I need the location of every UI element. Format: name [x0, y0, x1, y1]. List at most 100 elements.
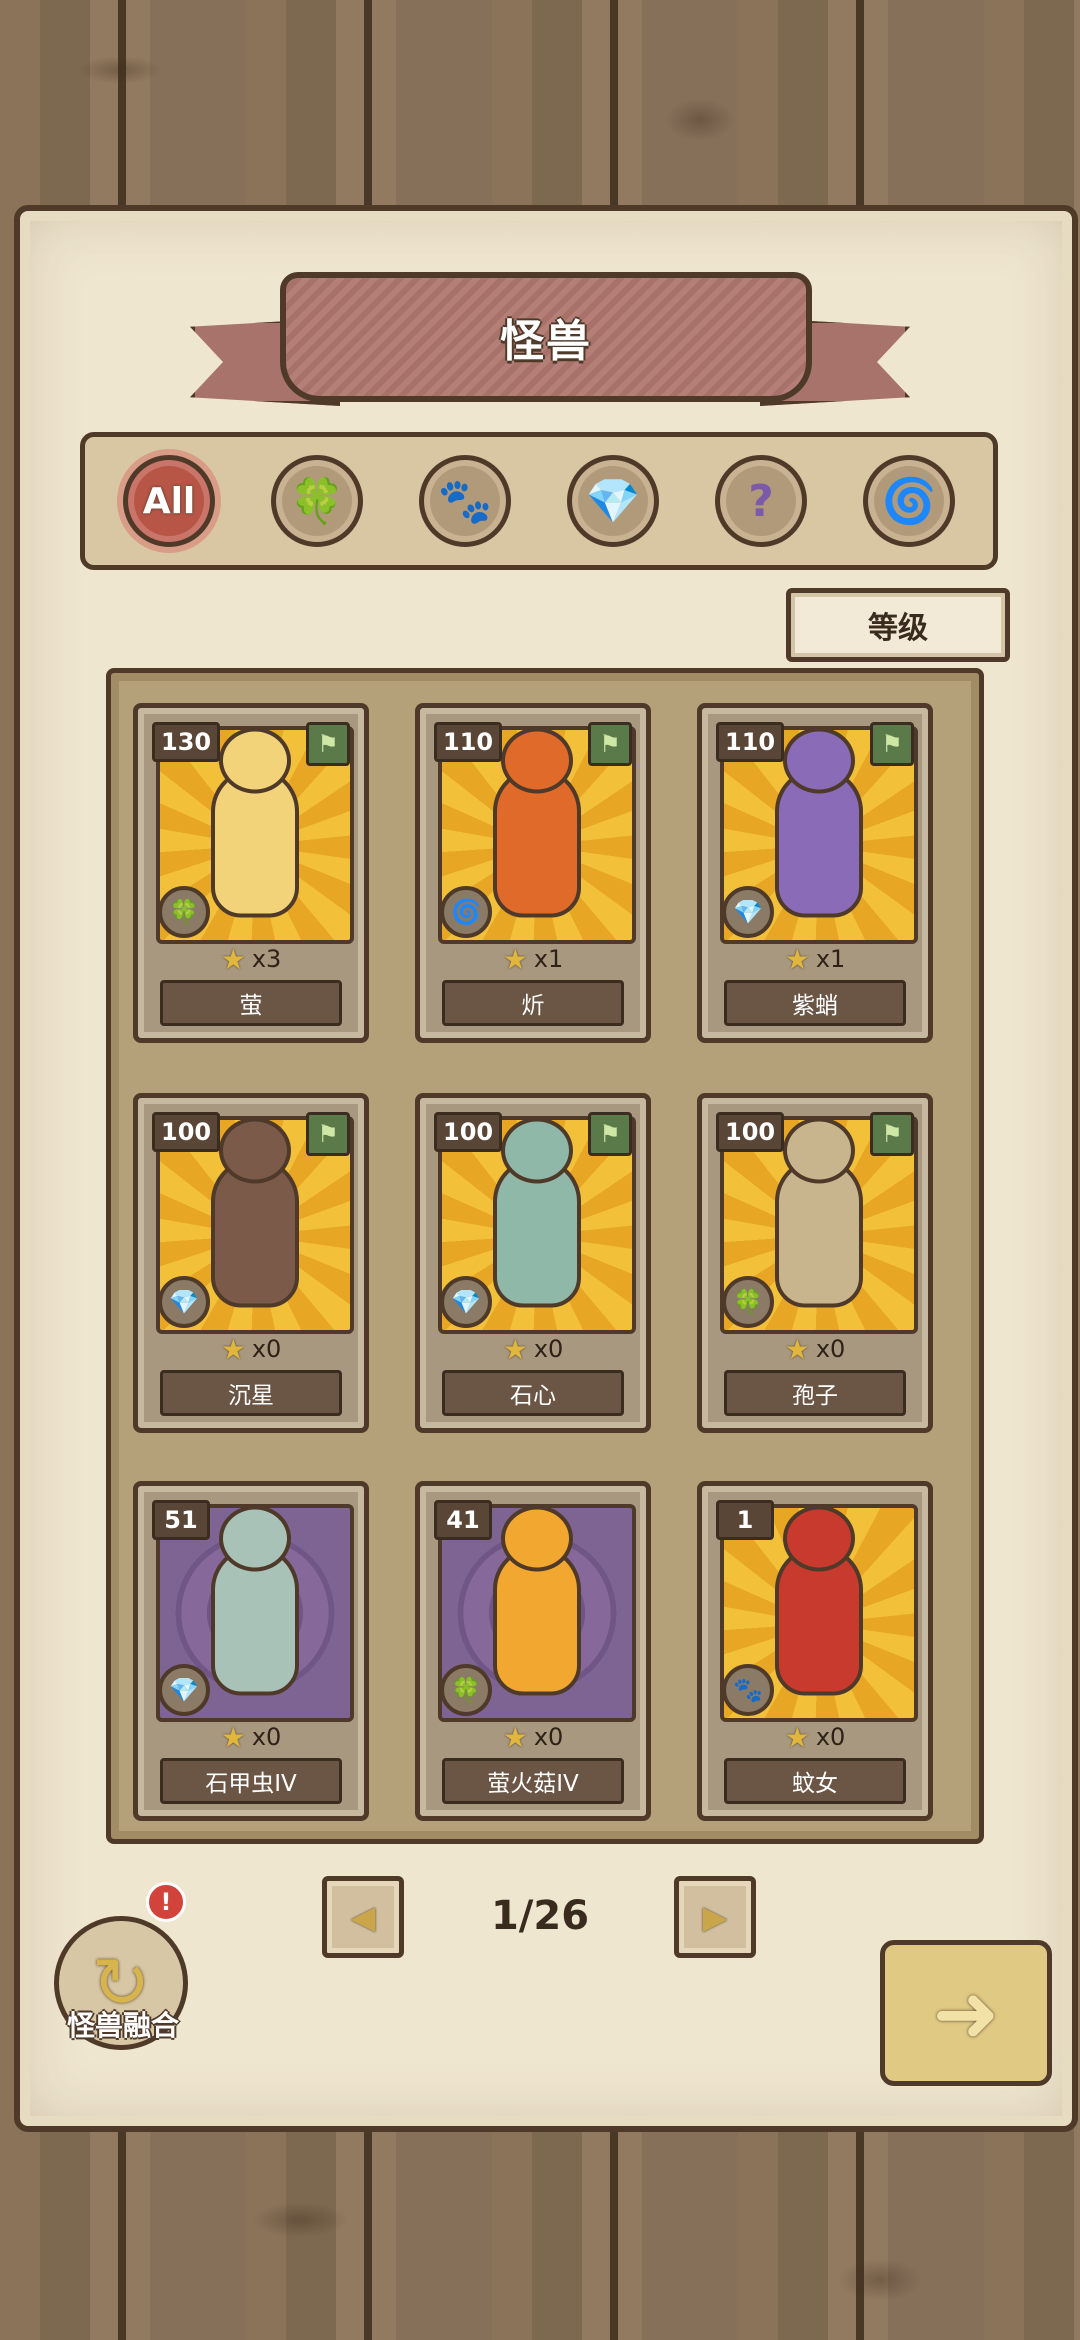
level-tag: 100 [152, 1112, 221, 1152]
crystal-icon: 💎 [158, 1664, 210, 1716]
owned-count: x3 [251, 945, 282, 973]
monster-figure [775, 1157, 863, 1308]
star-icon: ★ [784, 942, 810, 976]
star-icon: ★ [784, 1332, 810, 1366]
star-count: ★ x1 [702, 942, 928, 976]
star-count: ★ x0 [420, 1720, 646, 1754]
filter-spiral-button[interactable]: 🌀 [863, 455, 955, 547]
level-tag: 51 [152, 1500, 210, 1540]
flag-icon: ⚑ [306, 1112, 350, 1156]
owned-count: x1 [815, 945, 846, 973]
filter-crystal-button[interactable]: 💎 [567, 455, 659, 547]
level-tag: 110 [716, 722, 785, 762]
prev-page-button[interactable]: ◀ [322, 1876, 404, 1958]
monster-grid: 130 ⚑ 🍀 ★ x3 萤 110 ⚑ 🌀 ★ x1 炘 110 ⚑ 💎 ★ x1 紫蛸 100 ⚑ 💎 ★ x0 沉星 10… [106, 668, 984, 1844]
monster-figure [775, 1545, 863, 1696]
monster-card[interactable]: 130 ⚑ 🍀 ★ x3 萤 [133, 703, 369, 1043]
next-page-button[interactable]: ▶ [674, 1876, 756, 1958]
level-tag: 1 [716, 1500, 774, 1540]
back-arrow-icon: ➜ [932, 1966, 1000, 2060]
monster-card[interactable]: 100 ⚑ 💎 ★ x0 沉星 [133, 1093, 369, 1433]
owned-count: x0 [533, 1335, 564, 1363]
star-count: ★ x3 [138, 942, 364, 976]
leaf-icon: 🍀 [440, 1664, 492, 1716]
star-icon: ★ [220, 1332, 246, 1366]
owned-count: x0 [815, 1335, 846, 1363]
question-icon: ? [748, 475, 774, 527]
star-count: ★ x0 [138, 1332, 364, 1366]
level-tag: 100 [434, 1112, 503, 1152]
star-icon: ★ [502, 1332, 528, 1366]
star-count: ★ x0 [420, 1332, 646, 1366]
title-banner: 怪兽 [280, 272, 812, 402]
monster-figure [775, 767, 863, 918]
leaf-icon: 🍀 [158, 886, 210, 938]
monster-card[interactable]: 51 💎 ★ x0 石甲虫IV [133, 1481, 369, 1821]
flag-icon: ⚑ [870, 722, 914, 766]
monster-name: 炘 [442, 980, 624, 1026]
star-count: ★ x1 [420, 942, 646, 976]
star-count: ★ x0 [702, 1720, 928, 1754]
flag-icon: ⚑ [306, 722, 350, 766]
filter-all-button[interactable]: All [123, 455, 215, 547]
star-icon: ★ [502, 942, 528, 976]
spiral-icon: 🌀 [440, 886, 492, 938]
filter-paw-button[interactable]: 🐾 [419, 455, 511, 547]
monster-name: 紫蛸 [724, 980, 906, 1026]
level-tag: 100 [716, 1112, 785, 1152]
crystal-icon: 💎 [585, 476, 641, 527]
monster-figure [493, 1157, 581, 1308]
owned-count: x0 [251, 1335, 282, 1363]
monster-card[interactable]: 1 🐾 ★ x0 蚊女 [697, 1481, 933, 1821]
star-count: ★ x0 [138, 1720, 364, 1754]
paw-icon: 🐾 [437, 476, 493, 527]
monster-name: 萤 [160, 980, 342, 1026]
triangle-left-icon: ◀ [350, 1898, 376, 1936]
monster-figure [493, 767, 581, 918]
monster-card[interactable]: 110 ⚑ 💎 ★ x1 紫蛸 [697, 703, 933, 1043]
monster-name: 孢子 [724, 1370, 906, 1416]
level-tag: 130 [152, 722, 221, 762]
monster-name: 蚊女 [724, 1758, 906, 1804]
monster-figure [211, 1157, 299, 1308]
sort-level-button[interactable]: 等级 [786, 588, 1010, 662]
flag-icon: ⚑ [870, 1112, 914, 1156]
monster-name: 沉星 [160, 1370, 342, 1416]
monster-card[interactable]: 41 🍀 ★ x0 萤火菇IV [415, 1481, 651, 1821]
owned-count: x1 [533, 945, 564, 973]
triangle-right-icon: ▶ [702, 1898, 728, 1936]
flag-icon: ⚑ [588, 1112, 632, 1156]
flag-icon: ⚑ [588, 722, 632, 766]
star-icon: ★ [784, 1720, 810, 1754]
star-icon: ★ [220, 1720, 246, 1754]
crystal-icon: 💎 [722, 886, 774, 938]
monster-card[interactable]: 100 ⚑ 🍀 ★ x0 孢子 [697, 1093, 933, 1433]
filter-all-label: All [142, 480, 196, 522]
monster-figure [211, 767, 299, 918]
alert-badge-icon: ! [146, 1882, 186, 1922]
star-icon: ★ [220, 942, 246, 976]
crystal-icon: 💎 [158, 1276, 210, 1328]
leaf-icon: 🍀 [722, 1276, 774, 1328]
owned-count: x0 [533, 1723, 564, 1751]
spiral-icon: 🌀 [881, 476, 937, 527]
filter-bar: All 🍀 🐾 💎 ? 🌀 [80, 432, 998, 570]
filter-unknown-button[interactable]: ? [715, 455, 807, 547]
leaf-icon: 🍀 [289, 476, 345, 527]
back-button[interactable]: ➜ [880, 1940, 1052, 2086]
page-indicator: 1/26 [490, 1893, 590, 1939]
crystal-icon: 💎 [440, 1276, 492, 1328]
monster-card[interactable]: 100 ⚑ 💎 ★ x0 石心 [415, 1093, 651, 1433]
level-tag: 41 [434, 1500, 492, 1540]
star-icon: ★ [502, 1720, 528, 1754]
monster-card[interactable]: 110 ⚑ 🌀 ★ x1 炘 [415, 703, 651, 1043]
monster-name: 石心 [442, 1370, 624, 1416]
filter-leaf-button[interactable]: 🍀 [271, 455, 363, 547]
monster-figure [493, 1545, 581, 1696]
monster-name: 石甲虫IV [160, 1758, 342, 1804]
monster-name: 萤火菇IV [442, 1758, 624, 1804]
paw-icon: 🐾 [722, 1664, 774, 1716]
star-count: ★ x0 [702, 1332, 928, 1366]
monster-figure [211, 1545, 299, 1696]
owned-count: x0 [251, 1723, 282, 1751]
